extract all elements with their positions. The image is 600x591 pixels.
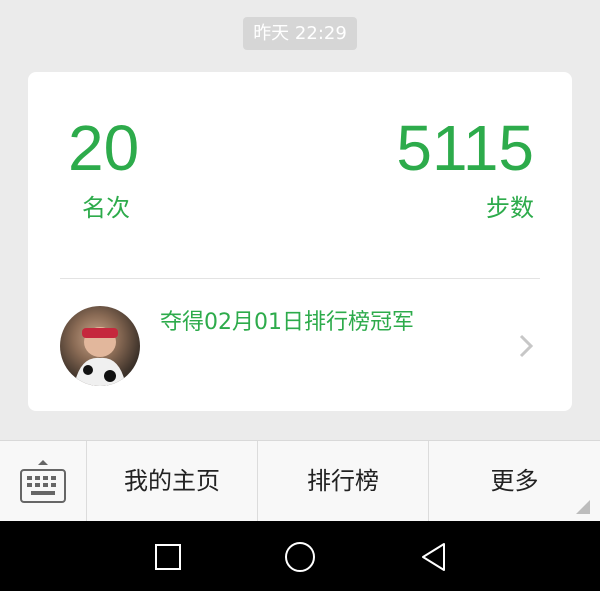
- keyboard-icon: [20, 460, 66, 503]
- menu-more-label: 更多: [490, 467, 539, 495]
- menu-my-homepage[interactable]: 我的主页: [87, 441, 258, 522]
- steps-value: 5115: [396, 112, 534, 184]
- keyboard-toggle-button[interactable]: [0, 441, 87, 522]
- rank-value: 20: [68, 112, 140, 184]
- champion-text: 夺得02月01日排行榜冠军: [160, 310, 414, 335]
- submenu-indicator-icon: [576, 500, 590, 514]
- menu-leaderboard[interactable]: 排行榜: [258, 441, 429, 522]
- steps-card[interactable]: 20 5115 名次 步数 夺得02月01日排行榜冠军: [28, 72, 572, 411]
- champion-row[interactable]: 夺得02月01日排行榜冠军: [28, 279, 572, 411]
- menu-more[interactable]: 更多: [429, 441, 600, 522]
- steps-label: 步数: [486, 194, 534, 222]
- avatar: [60, 306, 140, 386]
- bottom-menu: 我的主页 排行榜 更多: [0, 440, 600, 522]
- timestamp-badge: 昨天 22:29: [243, 17, 357, 50]
- system-nav-bar: [0, 521, 600, 591]
- rank-label: 名次: [82, 194, 130, 222]
- chevron-right-icon: [519, 334, 534, 358]
- nav-recents-icon[interactable]: [152, 541, 184, 573]
- nav-back-icon[interactable]: [418, 541, 450, 573]
- nav-home-icon[interactable]: [284, 541, 316, 573]
